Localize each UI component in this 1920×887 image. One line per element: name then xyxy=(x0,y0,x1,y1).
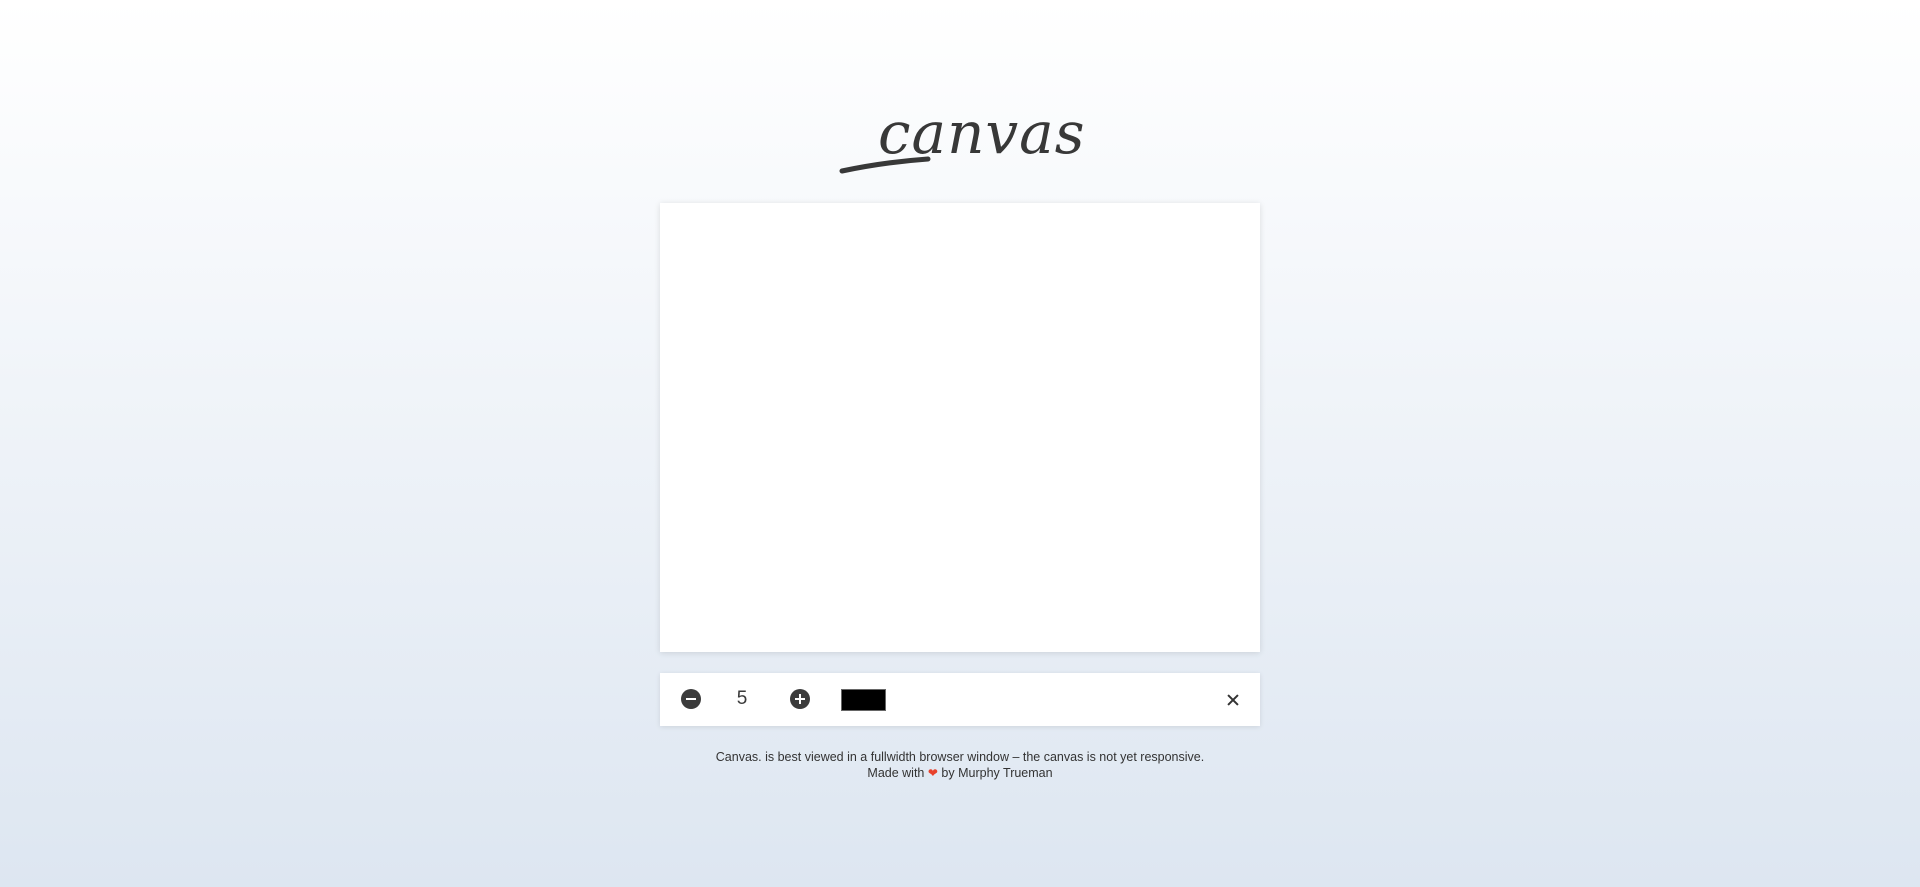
footer-notice: Canvas. is best viewed in a fullwidth br… xyxy=(715,750,1205,764)
brush-size-value: 5 xyxy=(736,688,748,709)
decrease-size-button[interactable] xyxy=(681,689,701,709)
footer: Canvas. is best viewed in a fullwidth br… xyxy=(0,749,1920,781)
credit-author: by Murphy Trueman xyxy=(941,766,1053,780)
footer-credit: Made with ❤ by Murphy Trueman xyxy=(0,765,1920,781)
logo-graphic: canvas. xyxy=(839,99,1090,174)
credit-prefix: Made with xyxy=(867,766,925,780)
increase-size-button[interactable] xyxy=(790,689,810,709)
drawing-canvas[interactable] xyxy=(660,203,1260,652)
clear-canvas-button[interactable] xyxy=(1221,688,1245,712)
logo: canvas. xyxy=(0,95,1920,185)
color-picker[interactable] xyxy=(841,689,886,711)
logo-text: canvas. xyxy=(878,99,1090,167)
heart-icon: ❤ xyxy=(927,766,938,780)
toolbar: 5 xyxy=(660,673,1260,726)
